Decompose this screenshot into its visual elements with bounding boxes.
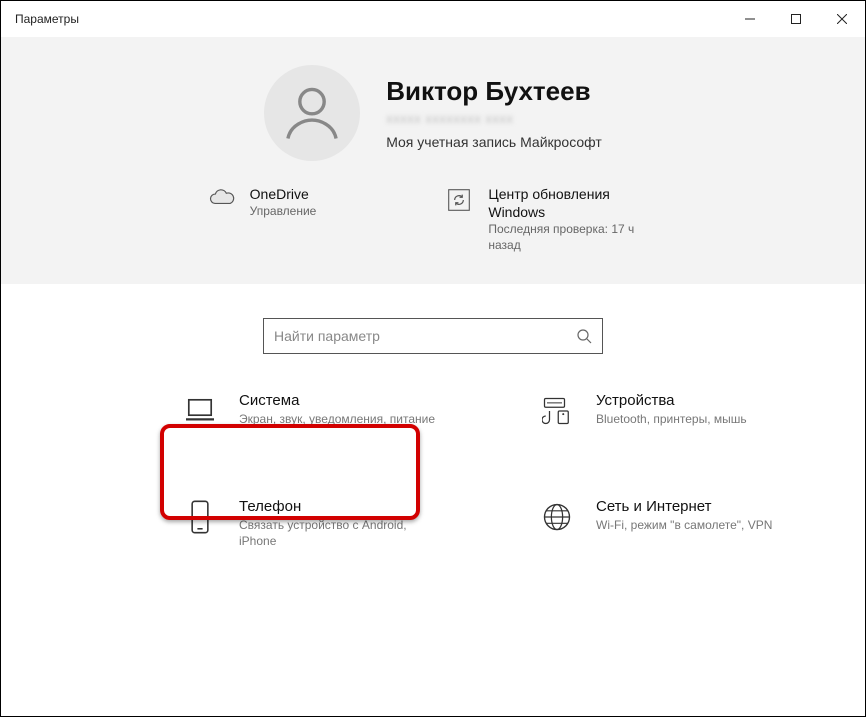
cloud-icon	[208, 187, 236, 215]
category-devices[interactable]: Устройства Bluetooth, принтеры, мышь	[528, 382, 805, 438]
categories: Система Экран, звук, уведомления, питани…	[1, 372, 865, 559]
laptop-icon	[183, 394, 217, 428]
category-devices-desc: Bluetooth, принтеры, мышь	[596, 411, 747, 427]
onedrive-sub: Управление	[250, 204, 317, 220]
search-icon	[576, 328, 592, 344]
window-controls	[727, 1, 865, 37]
category-system-desc: Экран, звук, уведомления, питание	[239, 411, 435, 427]
user-email: xxxxx xxxxxxxx xxxx	[386, 111, 602, 126]
category-phone[interactable]: Телефон Связать устройство с Android, iP…	[171, 488, 448, 559]
maximize-button[interactable]	[773, 1, 819, 37]
user-text: Виктор Бухтеев xxxxx xxxxxxxx xxxx Моя у…	[386, 76, 602, 150]
maximize-icon	[791, 14, 801, 24]
close-button[interactable]	[819, 1, 865, 37]
person-icon	[278, 79, 346, 147]
globe-icon	[540, 500, 574, 534]
status-tiles: OneDrive Управление Центр обновления Win…	[1, 185, 865, 254]
category-system[interactable]: Система Экран, звук, уведомления, питани…	[171, 382, 448, 438]
category-network[interactable]: Сеть и Интернет Wi-Fi, режим "в самолете…	[528, 488, 805, 559]
search-container	[1, 284, 865, 372]
search-input[interactable]	[274, 328, 576, 344]
category-phone-title: Телефон	[239, 498, 436, 515]
category-system-title: Система	[239, 392, 435, 409]
category-phone-desc: Связать устройство с Android, iPhone	[239, 517, 436, 549]
avatar	[264, 65, 360, 161]
update-icon	[446, 187, 474, 215]
user-account-link[interactable]: Моя учетная запись Майкрософт	[386, 134, 602, 150]
close-icon	[837, 14, 847, 24]
search-box[interactable]	[263, 318, 603, 354]
update-sub: Последняя проверка: 17 ч назад	[488, 222, 658, 253]
devices-icon	[540, 394, 574, 428]
category-devices-title: Устройства	[596, 392, 747, 409]
window-title: Параметры	[15, 12, 79, 26]
header-panel: Виктор Бухтеев xxxxx xxxxxxxx xxxx Моя у…	[1, 37, 865, 284]
onedrive-title: OneDrive	[250, 185, 317, 203]
user-block[interactable]: Виктор Бухтеев xxxxx xxxxxxxx xxxx Моя у…	[1, 65, 865, 161]
category-network-desc: Wi-Fi, режим "в самолете", VPN	[596, 517, 772, 533]
onedrive-tile[interactable]: OneDrive Управление	[208, 185, 317, 254]
phone-icon	[183, 500, 217, 534]
windows-update-tile[interactable]: Центр обновления Windows Последняя прове…	[446, 185, 658, 254]
user-name: Виктор Бухтеев	[386, 76, 602, 107]
minimize-icon	[745, 14, 755, 24]
update-title: Центр обновления Windows	[488, 185, 658, 221]
category-network-title: Сеть и Интернет	[596, 498, 772, 515]
minimize-button[interactable]	[727, 1, 773, 37]
titlebar: Параметры	[1, 1, 865, 37]
